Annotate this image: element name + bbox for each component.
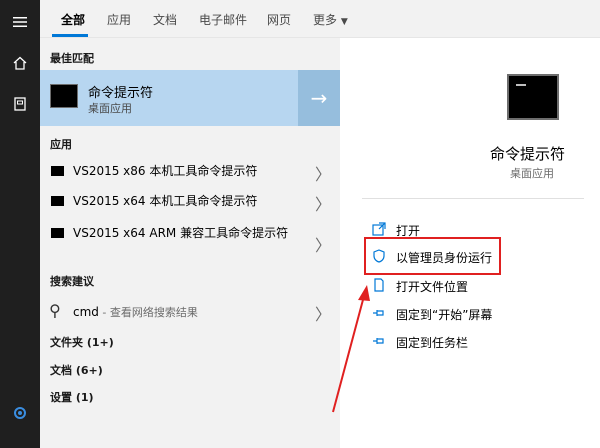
search-icon: ⚲ bbox=[49, 301, 61, 320]
divider bbox=[362, 198, 584, 199]
best-match-subtitle: 桌面应用 bbox=[88, 102, 132, 115]
action-label: 固定到任务栏 bbox=[396, 336, 469, 350]
web-suggestion-item[interactable]: ⚲ cmd - 查看网络搜索结果 〉 bbox=[40, 300, 340, 325]
tab-apps[interactable]: 应用 bbox=[107, 11, 131, 28]
best-match-item[interactable] bbox=[40, 70, 298, 126]
arrow-right-icon: → bbox=[310, 86, 328, 110]
file-location-icon bbox=[372, 278, 388, 294]
pin-icon bbox=[372, 306, 388, 322]
best-match-header: 最佳匹配 bbox=[50, 52, 94, 65]
app-label: VS2015 x86 本机工具命令提示符 bbox=[73, 164, 258, 178]
search-suggestions-header: 搜索建议 bbox=[50, 275, 94, 288]
apps-header: 应用 bbox=[50, 138, 72, 151]
web-query: cmd - 查看网络搜索结果 bbox=[73, 304, 198, 320]
cortana-icon[interactable] bbox=[0, 398, 40, 428]
tab-more[interactable]: 更多 ▼ bbox=[313, 11, 348, 28]
app-label: VS2015 x64 本机工具命令提示符 bbox=[73, 194, 258, 208]
expand-arrow-button[interactable]: → bbox=[298, 70, 340, 126]
category-folders[interactable]: 文件夹 (1+) bbox=[50, 334, 114, 350]
best-match-title: 命令提示符 bbox=[88, 86, 154, 101]
web-suffix: - 查看网络搜索结果 bbox=[98, 306, 198, 319]
chevron-down-icon: ▼ bbox=[340, 17, 348, 27]
detail-subtitle: 桌面应用 bbox=[510, 167, 554, 180]
search-filter-tabs: 全部 应用 文档 电子邮件 网页 更多 ▼ bbox=[40, 0, 600, 38]
category-documents[interactable]: 文档 (6+) bbox=[50, 362, 103, 378]
pin-icon bbox=[372, 334, 388, 350]
app-label: VS2015 x64 ARM 兼容工具命令提示符 bbox=[73, 226, 289, 240]
tab-all[interactable]: 全部 bbox=[61, 11, 85, 28]
cmd-large-icon bbox=[507, 74, 559, 120]
action-pin-to-taskbar[interactable]: 固定到任务栏 bbox=[368, 332, 568, 352]
query-text: cmd bbox=[73, 305, 99, 319]
category-settings[interactable]: 设置 (1) bbox=[50, 389, 94, 405]
tab-web[interactable]: 网页 bbox=[267, 11, 291, 28]
list-item[interactable]: VS2015 x64 本机工具命令提示符 〉 bbox=[40, 190, 340, 215]
detail-title: 命令提示符 bbox=[490, 145, 566, 163]
chevron-right-icon[interactable]: 〉 bbox=[315, 301, 331, 325]
cmd-app-icon bbox=[51, 228, 64, 238]
action-label: 固定到“开始”屏幕 bbox=[396, 308, 493, 322]
home-icon[interactable] bbox=[0, 48, 40, 78]
tab-email[interactable]: 电子邮件 bbox=[199, 11, 247, 28]
open-icon bbox=[372, 222, 388, 238]
notebook-icon[interactable] bbox=[0, 89, 40, 119]
cmd-app-icon bbox=[51, 166, 64, 176]
tab-more-label: 更多 bbox=[313, 13, 338, 27]
tab-documents[interactable]: 文档 bbox=[153, 11, 177, 28]
left-rail bbox=[0, 0, 40, 448]
prompt-cursor bbox=[516, 84, 526, 86]
cmd-app-icon bbox=[50, 84, 78, 108]
list-item[interactable]: VS2015 x64 ARM 兼容工具命令提示符 〉 bbox=[40, 222, 340, 262]
chevron-right-icon[interactable]: 〉 bbox=[315, 161, 331, 185]
list-item[interactable]: VS2015 x86 本机工具命令提示符 〉 bbox=[40, 160, 340, 185]
active-tab-indicator bbox=[52, 34, 88, 37]
cmd-app-icon bbox=[51, 196, 64, 206]
hamburger-icon[interactable] bbox=[0, 7, 40, 37]
chevron-right-icon[interactable]: 〉 bbox=[315, 191, 331, 215]
action-pin-to-start[interactable]: 固定到“开始”屏幕 bbox=[368, 304, 568, 324]
action-label: 打开文件位置 bbox=[396, 280, 469, 294]
action-open-file-location[interactable]: 打开文件位置 bbox=[368, 276, 568, 296]
annotation-highlight-box bbox=[364, 237, 501, 275]
chevron-right-icon[interactable]: 〉 bbox=[315, 232, 331, 256]
